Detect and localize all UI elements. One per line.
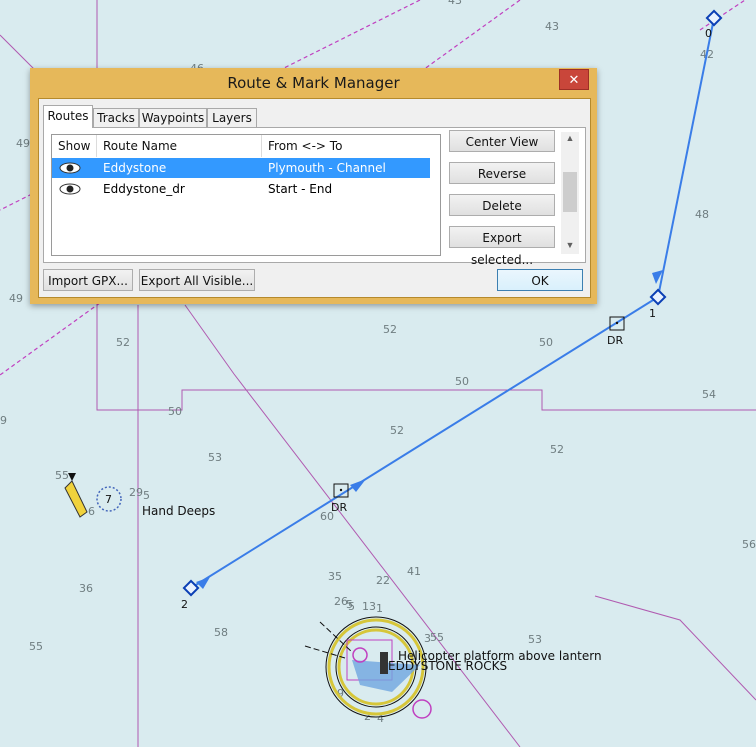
sounding: 53 [208, 451, 222, 464]
route-name: Eddystone [103, 161, 167, 175]
scrollbar-thumb[interactable] [563, 172, 577, 212]
sounding: 5 [348, 600, 355, 613]
sounding: 53 [528, 633, 542, 646]
dr-markers[interactable] [333, 316, 625, 498]
tab-routes[interactable]: Routes [43, 105, 93, 128]
tab-layers[interactable]: Layers [207, 108, 257, 127]
sounding: 13 [362, 600, 376, 613]
route-from-to: Plymouth - Channel [268, 161, 386, 175]
sounding: 5 [143, 489, 150, 502]
export-selected-button[interactable]: Export selected... [449, 226, 555, 267]
column-header-route-name[interactable]: Route Name [97, 135, 262, 157]
dialog-content: Routes Tracks Waypoints Layers Show Rout… [38, 98, 591, 298]
waypoint-label: 0 [705, 27, 712, 40]
dr-label: DR [331, 501, 347, 514]
sounding: 35 [328, 570, 342, 583]
sounding: 43 [448, 0, 462, 7]
scroll-down-icon[interactable]: ▼ [564, 240, 576, 252]
dialog-title: Route & Mark Manager [227, 74, 400, 92]
sounding: 55 [55, 469, 69, 482]
export-all-visible-button[interactable]: Export All Visible... [139, 269, 255, 291]
routes-list[interactable]: Show Route Name From <-> To Eddystone Pl… [51, 134, 441, 256]
tab-waypoints[interactable]: Waypoints [139, 108, 207, 127]
sounding: 50 [539, 336, 553, 349]
route-name: Eddystone_dr [103, 182, 185, 196]
scroll-up-icon[interactable]: ▲ [564, 133, 576, 145]
delete-button[interactable]: Delete [449, 194, 555, 216]
sounding: 50 [168, 405, 182, 418]
sounding: 52 [383, 323, 397, 336]
waypoint-label: 1 [649, 307, 656, 320]
route-from-to: Start - End [268, 182, 333, 196]
sounding: 56 [742, 538, 756, 551]
sounding: 48 [695, 208, 709, 221]
buoy-number: 7 [105, 493, 112, 506]
sounding: 54 [702, 388, 716, 401]
sounding: 52 [550, 443, 564, 456]
table-row[interactable]: Eddystone_dr Start - End [52, 179, 430, 199]
dialog-titlebar[interactable]: Route & Mark Manager ✕ [30, 68, 597, 98]
route-mark-manager-dialog: Route & Mark Manager ✕ Routes Tracks Way… [30, 68, 597, 304]
sounding: 58 [214, 626, 228, 639]
hand-deeps-label: Hand Deeps [142, 504, 215, 518]
dr-label: DR [607, 334, 623, 347]
sounding: 49 [16, 137, 30, 150]
sounding: 9 [0, 414, 7, 427]
center-view-button[interactable]: Center View [449, 130, 555, 152]
sounding: 6 [88, 505, 95, 518]
eddystone-rocks-label: EDDYSTONE ROCKS [388, 659, 507, 673]
sounding: 22 [376, 574, 390, 587]
routes-panel: Show Route Name From <-> To Eddystone Pl… [43, 127, 586, 267]
sounding: 41 [407, 565, 421, 578]
column-header-from-to[interactable]: From <-> To [262, 135, 430, 157]
sounding: 43 [545, 20, 559, 33]
sounding: 3 [424, 632, 431, 645]
sounding: 55 [29, 640, 43, 653]
sounding: 29 [129, 486, 143, 499]
sounding: 50 [455, 375, 469, 388]
sounding: 36 [79, 582, 93, 595]
buttons-scrollbar[interactable]: ▲ ▼ [561, 132, 579, 254]
table-row[interactable]: Eddystone Plymouth - Channel [52, 158, 430, 178]
waypoint-label: 2 [181, 598, 188, 611]
reverse-button[interactable]: Reverse [449, 162, 555, 184]
close-icon[interactable]: ✕ [559, 69, 589, 90]
sounding: 1 [376, 602, 383, 615]
sounding: 55 [430, 631, 444, 644]
eye-icon[interactable] [58, 179, 82, 205]
sounding: 52 [116, 336, 130, 349]
column-header-show[interactable]: Show [52, 135, 97, 157]
ok-button[interactable]: OK [497, 269, 583, 291]
sounding: 52 [390, 424, 404, 437]
import-gpx-button[interactable]: Import GPX... [43, 269, 133, 291]
sounding: 49 [9, 292, 23, 305]
tab-tracks[interactable]: Tracks [93, 108, 139, 127]
